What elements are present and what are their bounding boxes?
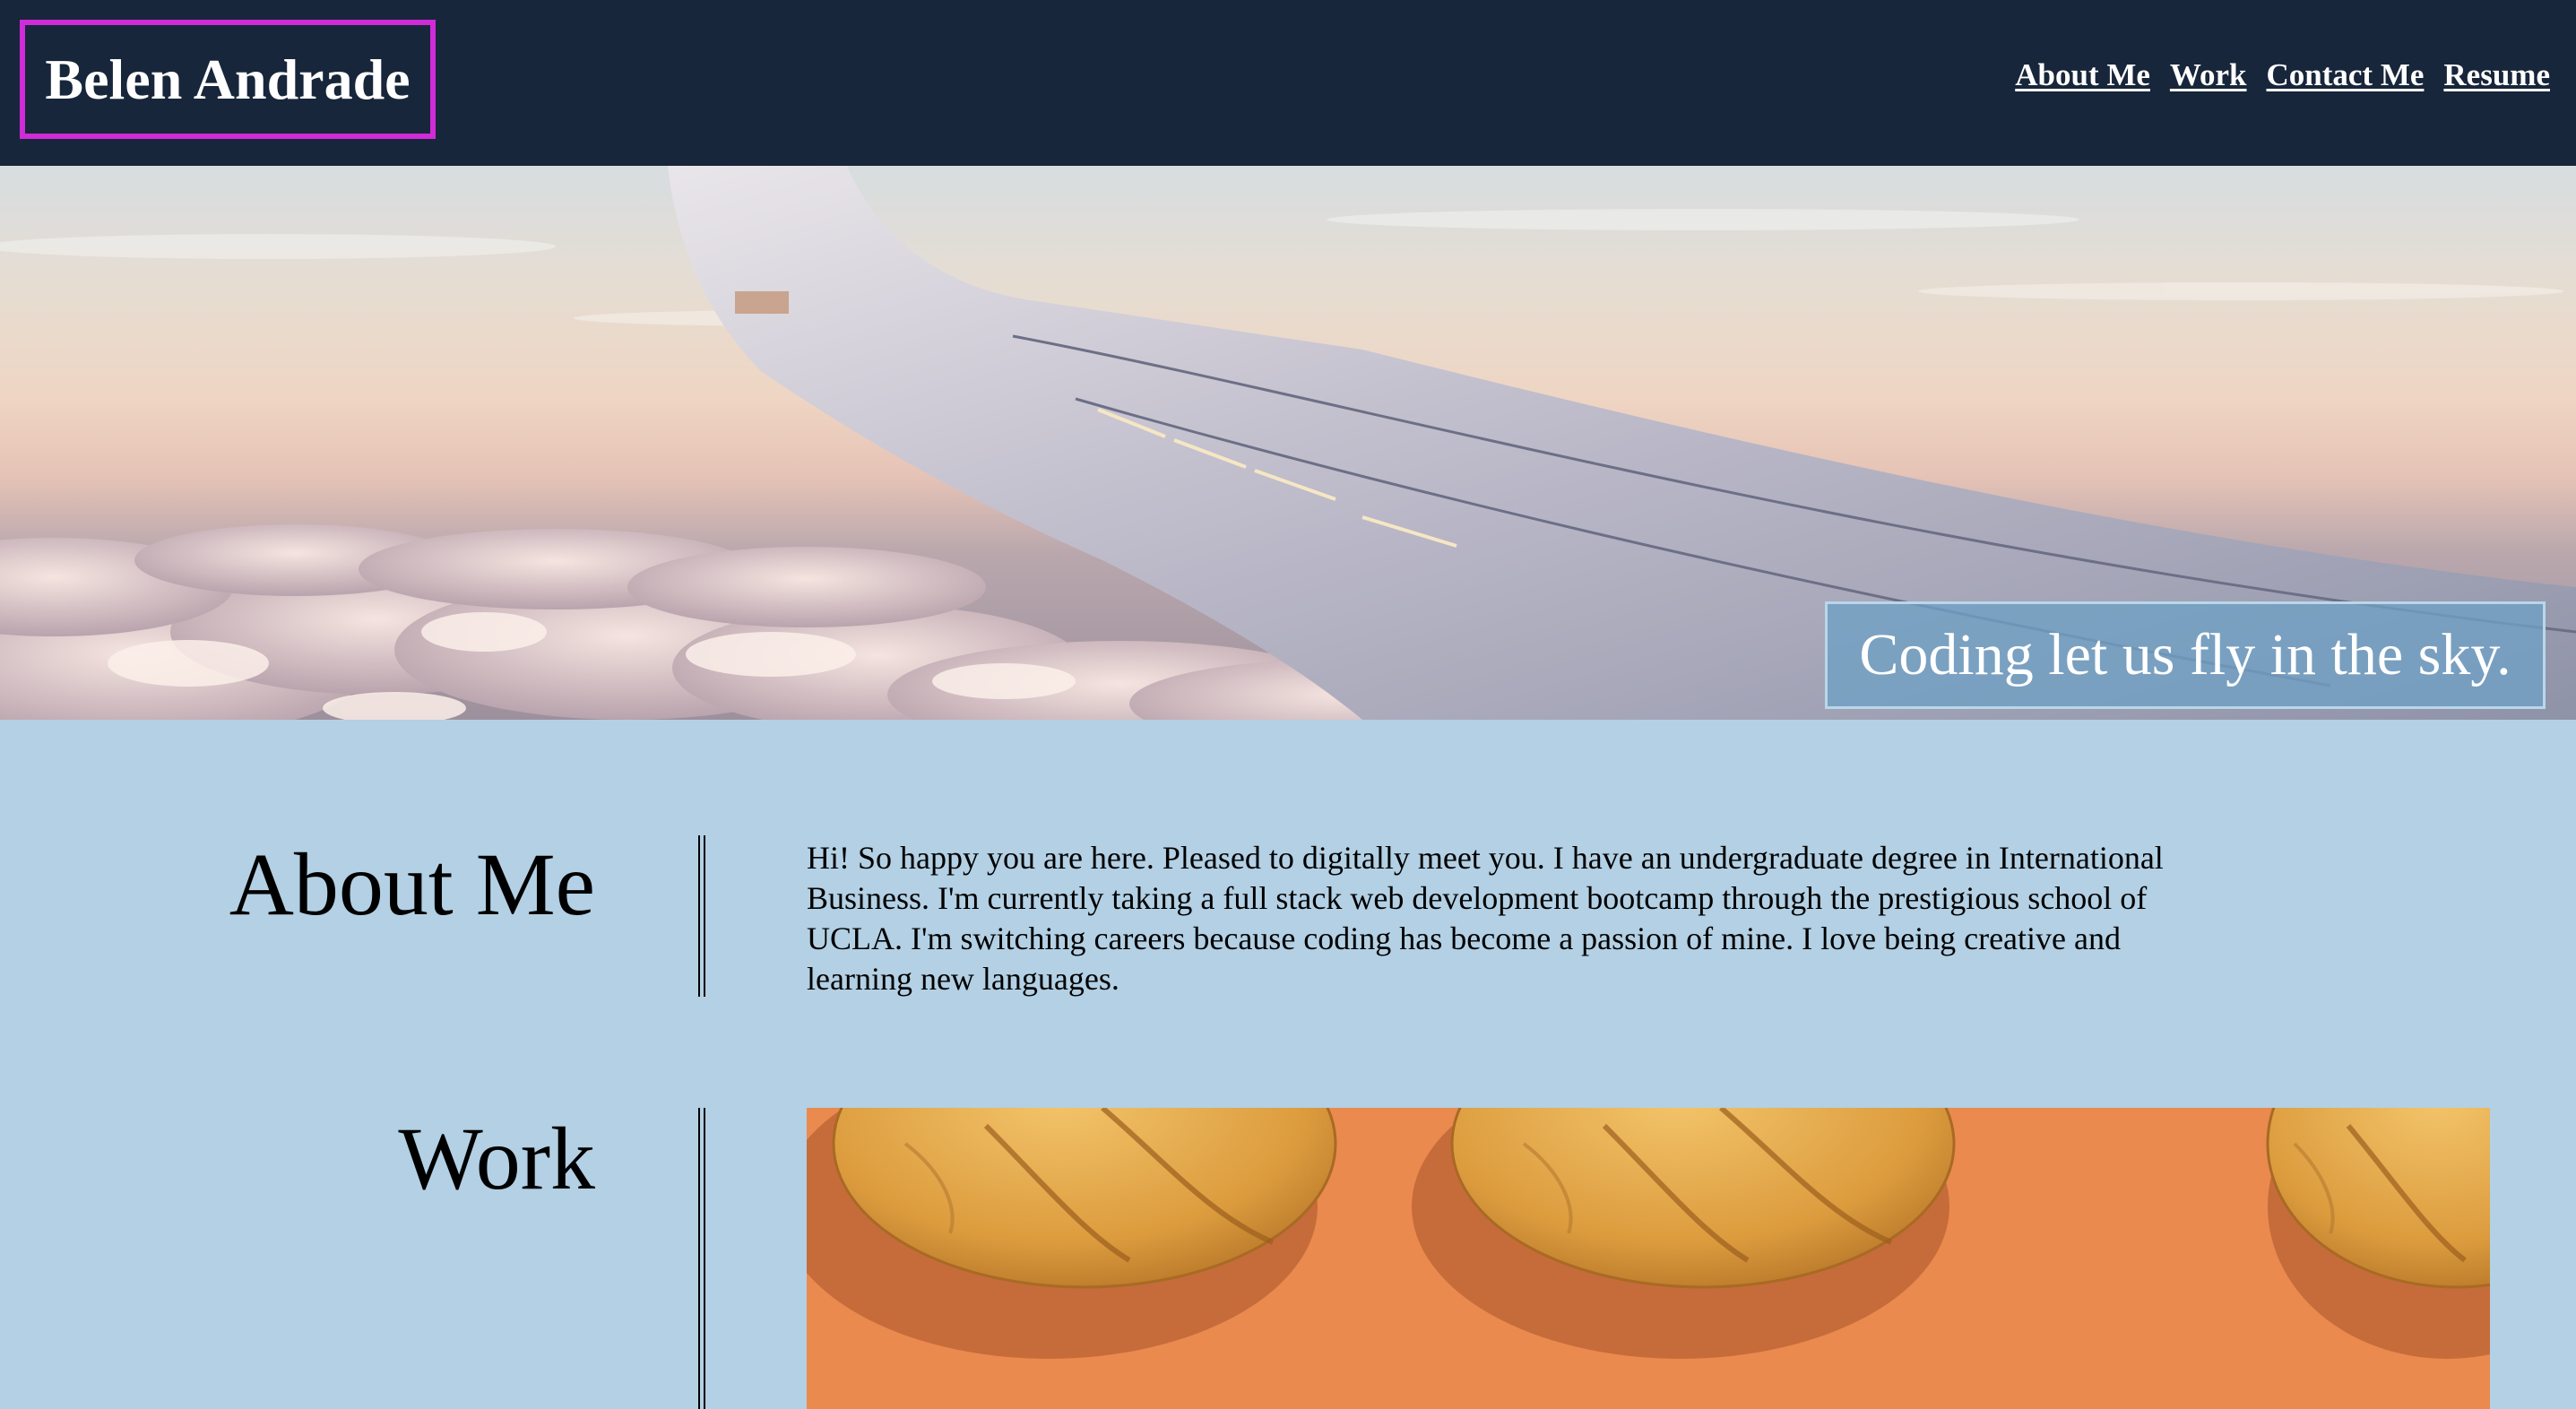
nav-link-contact-me[interactable]: Contact Me bbox=[2267, 57, 2425, 93]
nav-link-resume[interactable]: Resume bbox=[2443, 57, 2550, 93]
brand-title[interactable]: Belen Andrade bbox=[20, 20, 436, 139]
about-heading: About Me bbox=[229, 834, 595, 934]
cookies-image bbox=[807, 1108, 2490, 1359]
work-divider bbox=[698, 1108, 705, 1409]
site-header: Belen Andrade About Me Work Contact Me R… bbox=[0, 0, 2576, 166]
about-divider bbox=[698, 835, 705, 997]
hero-tagline: Coding let us fly in the sky. bbox=[1825, 601, 2546, 709]
nav-link-work[interactable]: Work bbox=[2170, 57, 2247, 93]
main-nav: About Me Work Contact Me Resume bbox=[2015, 57, 2550, 93]
work-heading: Work bbox=[398, 1109, 595, 1208]
work-project-image[interactable] bbox=[807, 1108, 2490, 1409]
hero-banner: Coding let us fly in the sky. bbox=[0, 166, 2576, 720]
about-paragraph: Hi! So happy you are here. Pleased to di… bbox=[807, 840, 2164, 997]
nav-link-about-me[interactable]: About Me bbox=[2015, 57, 2150, 93]
